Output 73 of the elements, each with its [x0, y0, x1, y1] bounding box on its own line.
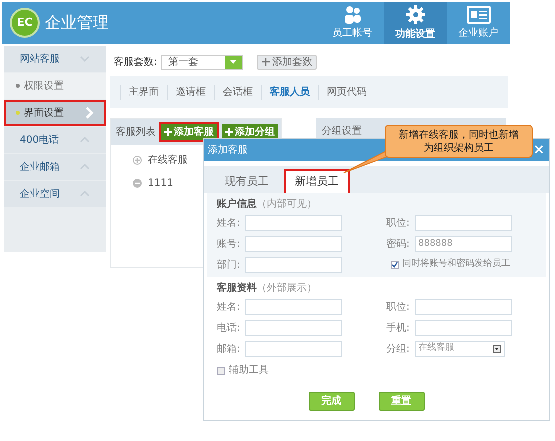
chevron-icon	[80, 191, 90, 197]
sidebar-group[interactable]: 400电话	[4, 127, 106, 153]
input-field[interactable]	[414, 299, 512, 315]
input-field[interactable]	[414, 215, 512, 231]
select-field[interactable]: 在线客服	[414, 341, 504, 357]
gear-icon	[406, 4, 426, 24]
section-title: 客服资料（外部展示）	[217, 281, 318, 296]
input-field[interactable]	[245, 299, 342, 315]
field-label: 手机:	[386, 322, 411, 336]
field-label: 电话:	[217, 322, 242, 336]
input-field[interactable]	[414, 320, 512, 336]
tree-item[interactable]: 1111	[148, 176, 174, 191]
sidebar-group[interactable]: 网站客服	[4, 46, 106, 72]
dialog-tab[interactable]: 新增员工	[286, 171, 348, 193]
panel-title: 客服列表	[116, 126, 156, 140]
logo: EC	[10, 8, 40, 38]
add-button[interactable]: 添加客服	[161, 124, 217, 140]
checkbox[interactable]	[390, 261, 398, 269]
sidebar-item[interactable]: 权限设置	[4, 73, 106, 99]
input-field[interactable]	[245, 341, 342, 357]
sidebar-group[interactable]: 企业空间	[4, 181, 106, 207]
tab[interactable]: 网页代码	[318, 84, 375, 100]
nav-tab[interactable]: 企业账户	[447, 2, 510, 44]
id-card-icon	[466, 6, 490, 24]
tab[interactable]: 会话框	[214, 84, 261, 100]
input-field[interactable]	[245, 257, 342, 273]
chevron-icon	[80, 164, 90, 170]
tab[interactable]: 主界面	[120, 84, 167, 100]
field-label: 分组:	[386, 342, 411, 356]
input-field[interactable]: 888888	[414, 236, 512, 252]
minus-icon[interactable]	[133, 179, 142, 188]
nav-tab[interactable]: 员工帐号	[321, 2, 384, 44]
input-field[interactable]	[245, 236, 342, 252]
tab[interactable]: 客服人员	[261, 84, 318, 100]
people-icon	[342, 6, 362, 24]
add-set-button[interactable]: 添加套数	[257, 54, 318, 70]
dialog-tab[interactable]: 现有员工	[216, 171, 278, 193]
field-label: 密码:	[386, 238, 411, 252]
field-label: 职位:	[386, 216, 411, 230]
chevron-right-icon	[86, 107, 94, 119]
chevron-icon	[80, 137, 90, 143]
sidebar-group[interactable]: 企业邮箱	[4, 154, 106, 180]
input-field[interactable]	[245, 215, 342, 231]
dropdown-icon	[230, 60, 238, 64]
nav-tab[interactable]: 功能设置	[384, 2, 447, 44]
plus-icon[interactable]	[133, 156, 142, 165]
plus-icon	[225, 128, 233, 136]
panel-title: 分组设置	[322, 124, 362, 138]
checkbox[interactable]	[217, 366, 225, 374]
input-field[interactable]	[245, 320, 342, 336]
chevron-icon	[80, 56, 90, 62]
section-title: 账户信息（内部可见）	[217, 197, 318, 212]
dialog-title: 添加客服	[208, 144, 248, 158]
set-label: 客服套数:	[114, 56, 158, 70]
app-title: 企业管理	[45, 12, 109, 34]
plus-icon	[164, 128, 172, 136]
tree-item[interactable]: 在线客服	[148, 153, 188, 168]
close-button[interactable]: ×	[533, 143, 545, 157]
checkbox-label: 辅助工具	[229, 364, 269, 378]
field-label: 账号:	[217, 238, 242, 252]
field-label: 邮箱:	[217, 342, 242, 356]
tab[interactable]: 邀请框	[167, 84, 214, 100]
field-label: 姓名:	[217, 216, 242, 230]
set-select[interactable]: 第一套	[161, 54, 244, 70]
field-label: 职位:	[386, 300, 411, 314]
field-label: 姓名:	[217, 300, 242, 314]
callout-text: 为组织架构员工	[424, 142, 494, 154]
callout-text: 新增在线客服，同时也新增	[399, 128, 519, 142]
sidebar-item[interactable]: 界面设置	[4, 100, 106, 126]
plus-icon	[262, 58, 270, 66]
field-label: 部门:	[217, 258, 242, 272]
checkbox-label: 同时将账号和密码发给员工	[402, 258, 510, 272]
dropdown-icon	[492, 345, 500, 353]
